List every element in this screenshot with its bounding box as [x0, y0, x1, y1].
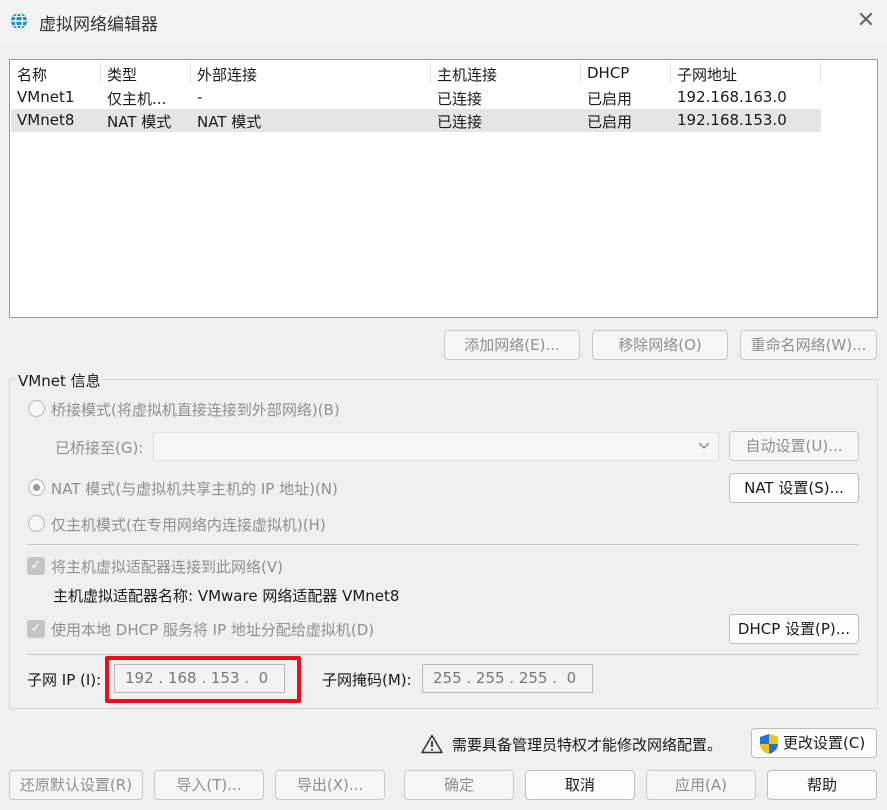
dhcp-checkbox[interactable]: ✓ — [27, 620, 45, 638]
cell-subnet: 192.168.153.0 — [677, 111, 787, 129]
bridged-to-select[interactable] — [153, 432, 719, 461]
column-header-dhcp[interactable]: DHCP — [587, 64, 629, 82]
column-header-name[interactable]: 名称 — [17, 64, 47, 85]
uac-shield-icon — [760, 734, 778, 754]
subnet-mask-input[interactable]: 255 . 255 . 255 . 0 — [422, 664, 593, 693]
column-header-external[interactable]: 外部连接 — [197, 64, 257, 85]
cell-type: NAT 模式 — [107, 113, 172, 131]
bridged-radio[interactable] — [28, 400, 45, 417]
cancel-button[interactable]: 取消 — [525, 770, 635, 800]
nat-radio[interactable] — [28, 479, 45, 496]
help-button[interactable]: 帮助 — [767, 770, 877, 800]
nat-settings-button[interactable]: NAT 设置(S)... — [729, 473, 859, 503]
table-row-selected[interactable]: VMnet8 NAT 模式 NAT 模式 已连接 已启用 192.168.153… — [11, 109, 821, 132]
column-header-subnet[interactable]: 子网地址 — [677, 64, 737, 85]
change-settings-label: 更改设置(C) — [783, 734, 866, 752]
ok-button[interactable]: 确定 — [404, 770, 514, 800]
import-button[interactable]: 导入(T)... — [154, 770, 264, 800]
host-only-label: 仅主机模式(在专用网络内连接虚拟机)(H) — [51, 516, 326, 534]
host-only-radio[interactable] — [28, 515, 45, 532]
connect-adapter-label: 将主机虚拟适配器连接到此网络(V) — [51, 558, 283, 576]
dhcp-label: 使用本地 DHCP 服务将 IP 地址分配给虚拟机(D) — [51, 621, 375, 639]
subnet-mask-label: 子网掩码(M): — [322, 671, 412, 689]
bridged-to-label: 已桥接至(G): — [55, 439, 144, 457]
dhcp-settings-button[interactable]: DHCP 设置(P)... — [729, 614, 859, 644]
network-list[interactable]: 名称 类型 外部连接 主机连接 DHCP 子网地址 VMnet1 仅主机... … — [9, 59, 878, 318]
admin-notice-text: 需要具备管理员特权才能修改网络配置。 — [452, 736, 723, 754]
close-button[interactable]: ✕ — [850, 6, 882, 38]
close-icon: ✕ — [856, 8, 876, 33]
connect-adapter-checkbox[interactable]: ✓ — [27, 557, 45, 575]
cell-dhcp: 已启用 — [587, 113, 633, 131]
nat-label: NAT 模式(与虚拟机共享主机的 IP 地址)(N) — [51, 480, 338, 498]
bridged-label: 桥接模式(将虚拟机直接连接到外部网络)(B) — [51, 401, 340, 419]
table-row[interactable]: VMnet1 仅主机... - 已连接 已启用 192.168.163.0 — [11, 86, 821, 109]
globe-icon — [11, 12, 27, 30]
add-network-button[interactable]: 添加网络(E)... — [444, 330, 580, 360]
restore-defaults-button[interactable]: 还原默认设置(R) — [9, 770, 143, 800]
cell-host: 已连接 — [437, 90, 483, 108]
adapter-name-label: 主机虚拟适配器名称: VMware 网络适配器 VMnet8 — [53, 587, 400, 605]
title-bar: 虚拟网络编辑器 ✕ — [0, 0, 887, 44]
auto-settings-button[interactable]: 自动设置(U)... — [729, 431, 859, 461]
rename-network-button[interactable]: 重命名网络(W)... — [740, 330, 877, 360]
cell-name: VMnet1 — [17, 88, 75, 106]
vmnet-info-label: VMnet 信息 — [17, 370, 102, 391]
cell-type: 仅主机... — [107, 90, 167, 108]
export-button[interactable]: 导出(X)... — [275, 770, 385, 800]
remove-network-button[interactable]: 移除网络(O) — [592, 330, 728, 360]
apply-button[interactable]: 应用(A) — [646, 770, 756, 800]
cell-subnet: 192.168.163.0 — [677, 88, 787, 106]
red-highlight-box — [105, 656, 301, 703]
cell-external: NAT 模式 — [197, 113, 262, 131]
cell-name: VMnet8 — [17, 111, 75, 129]
column-header-type[interactable]: 类型 — [107, 64, 137, 85]
warning-icon — [421, 734, 443, 754]
column-header-host[interactable]: 主机连接 — [437, 64, 497, 85]
subnet-ip-label: 子网 IP (I): — [27, 671, 102, 689]
divider — [27, 544, 859, 545]
cell-external: - — [197, 88, 203, 106]
chevron-down-icon — [698, 442, 710, 449]
cell-dhcp: 已启用 — [587, 90, 633, 108]
divider — [27, 654, 859, 655]
window-title: 虚拟网络编辑器 — [39, 15, 158, 35]
cell-host: 已连接 — [437, 113, 483, 131]
